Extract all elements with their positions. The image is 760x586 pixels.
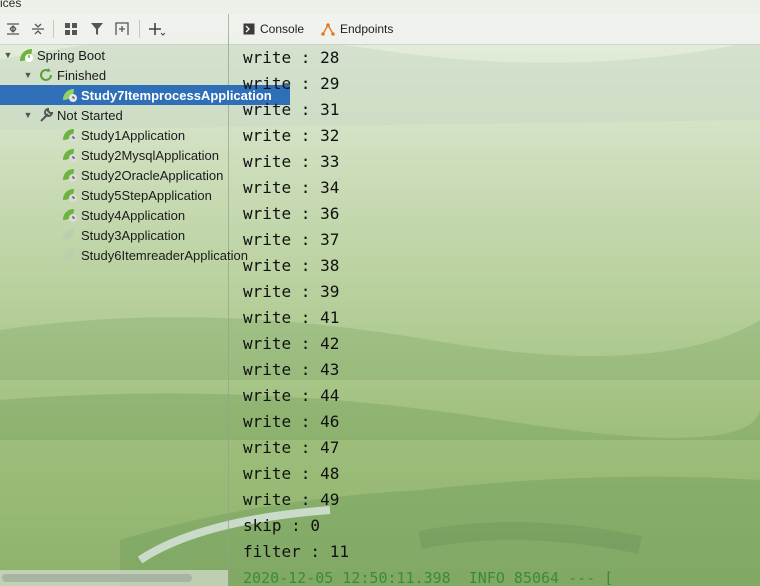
services-toolbar: [0, 14, 228, 45]
tree-item-label: Study4Application: [81, 207, 186, 223]
plus-icon: [149, 23, 165, 36]
add-frame-icon: [115, 22, 129, 35]
tree-item-label: Study2OracleApplication: [81, 167, 224, 183]
console-line: write : 47: [243, 438, 340, 457]
spring-disabled-icon: [63, 229, 74, 240]
console-line: write : 41: [243, 308, 340, 327]
spring-run-icon: [63, 169, 77, 182]
chevron-down-icon: ▼: [3, 50, 13, 60]
tree-item-label: Study6ItemreaderApplication: [81, 247, 248, 263]
console-line: write : 33: [243, 152, 340, 171]
expand-all-icon: [7, 23, 19, 35]
wrench-icon: [40, 107, 54, 122]
spring-run-icon: [63, 149, 77, 162]
console-line: write : 44: [243, 386, 340, 405]
filter-icon: [91, 23, 103, 35]
console-line: write : 46: [243, 412, 340, 431]
tree-group-finished[interactable]: ▼ Finished: [0, 65, 250, 85]
console-line: write : 49: [243, 490, 340, 509]
console-line: write : 31: [243, 100, 340, 119]
console-log-line: 2020-12-05 12:50:11.398 INFO 85064 --- [: [243, 569, 614, 586]
console-icon: [243, 23, 255, 35]
console-line: write : 36: [243, 204, 340, 223]
new-service-button[interactable]: [112, 19, 132, 39]
console-line: write : 43: [243, 360, 340, 379]
chevron-down-icon: ▼: [23, 70, 33, 80]
tree-group-not-started[interactable]: ▼ Not Started: [0, 105, 250, 125]
console-line: write : 29: [243, 74, 340, 93]
tab-console[interactable]: Console: [243, 14, 304, 44]
window-title: ices: [0, 0, 22, 10]
console-line: filter : 11: [243, 542, 349, 561]
tree-root-label: Spring Boot: [37, 47, 105, 63]
services-tree: ▼ Spring Boot ▼ Finished Study7Itemproce…: [0, 44, 290, 570]
console-line: write : 39: [243, 282, 340, 301]
spring-run-icon: [63, 209, 77, 222]
tab-bar: Console Endpoints: [229, 14, 760, 45]
group-by-button[interactable]: [61, 19, 81, 39]
tree-horizontal-scrollbar[interactable]: [0, 570, 228, 586]
spring-boot-icon: [20, 49, 33, 62]
collapse-all-icon: [32, 23, 44, 35]
tree-item-label: Study5StepApplication: [81, 187, 212, 203]
filter-button[interactable]: [87, 19, 107, 39]
tree-group-label: Not Started: [57, 107, 123, 123]
tree-item-label: Study1Application: [81, 127, 186, 143]
spring-disabled-icon: [63, 249, 74, 260]
group-icon: [65, 23, 77, 35]
tab-console-label: Console: [260, 22, 305, 36]
expand-all-button[interactable]: [3, 19, 23, 39]
console-line: write : 48: [243, 464, 340, 483]
tree-item-label: Study3Application: [81, 227, 186, 243]
console-line: skip : 0: [243, 516, 321, 535]
tree-item-label: Study2MysqlApplication: [81, 147, 220, 163]
window-title-strip: ices: [0, 0, 760, 14]
console-line: write : 38: [243, 256, 340, 275]
tab-endpoints-label: Endpoints: [340, 22, 394, 36]
tree-group-label: Finished: [57, 67, 107, 83]
collapse-all-button[interactable]: [28, 19, 48, 39]
chevron-down-icon: ▼: [23, 110, 33, 120]
console-line: write : 37: [243, 230, 340, 249]
spring-run-icon: [63, 129, 77, 142]
spring-run-icon: [63, 189, 77, 202]
console-line: write : 28: [243, 48, 340, 67]
tree-root-spring-boot[interactable]: ▼ Spring Boot: [0, 45, 230, 65]
spring-run-icon: [63, 89, 77, 102]
add-button[interactable]: [147, 19, 167, 39]
endpoints-icon: [321, 23, 335, 36]
scrollbar-thumb[interactable]: [2, 574, 192, 582]
console-line: write : 32: [243, 126, 340, 145]
rerun-icon: [40, 68, 52, 81]
console-line: write : 42: [243, 334, 340, 353]
console-output[interactable]: write : 28 write : 29 write : 31 write :…: [243, 45, 760, 586]
console-line: write : 34: [243, 178, 340, 197]
tab-endpoints[interactable]: Endpoints: [321, 14, 393, 44]
